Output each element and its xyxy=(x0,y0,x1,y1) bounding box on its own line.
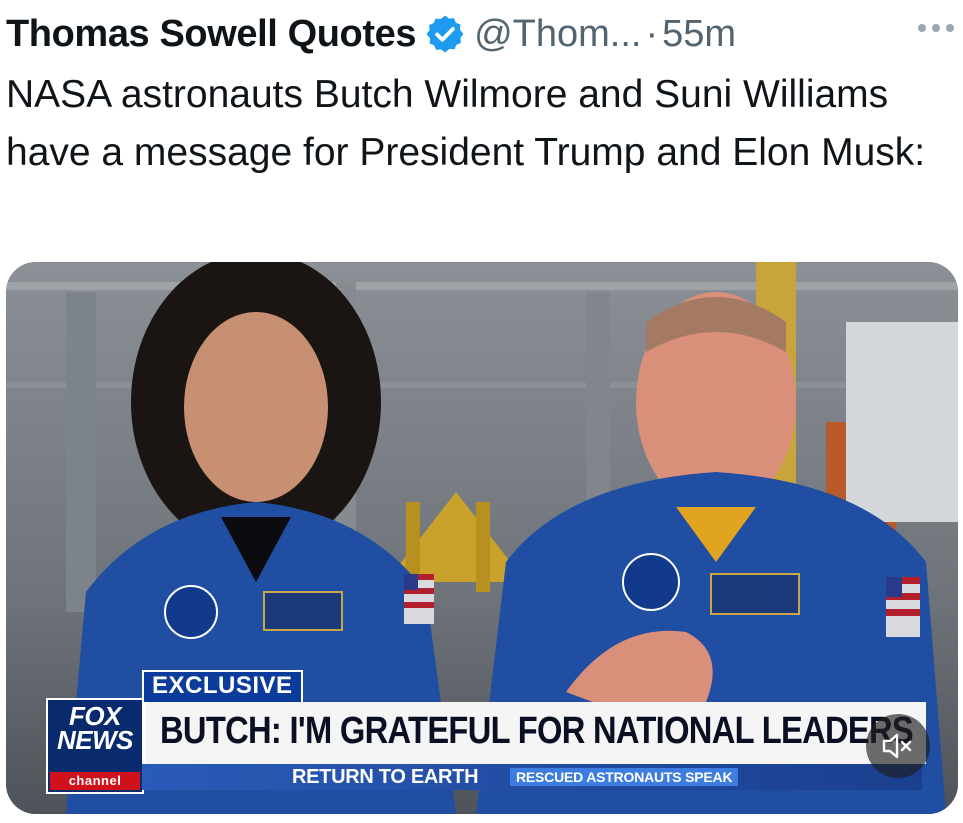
tweet-header: Thomas Sowell Quotes @Thom... · 55m xyxy=(6,10,953,58)
verified-badge-icon xyxy=(426,15,464,53)
video-player[interactable]: FOX NEWS channel EXCLUSIVE BUTCH: I'M GR… xyxy=(6,262,958,814)
tweet-text: NASA astronauts Butch Wilmore and Suni W… xyxy=(6,73,926,174)
fox-news-logo-text: FOX NEWS xyxy=(57,701,134,755)
muted-speaker-icon xyxy=(882,733,912,759)
post-timestamp[interactable]: 55m xyxy=(662,13,736,56)
fox-news-channel-label: channel xyxy=(50,772,140,790)
separator-dot: · xyxy=(645,12,659,55)
mute-toggle-button[interactable] xyxy=(866,714,930,778)
fox-news-logo: FOX NEWS channel xyxy=(46,698,144,794)
display-name[interactable]: Thomas Sowell Quotes xyxy=(6,13,416,56)
video-frame xyxy=(6,262,958,814)
more-options-icon[interactable] xyxy=(913,8,959,40)
user-handle[interactable]: @Thom... xyxy=(474,13,641,56)
